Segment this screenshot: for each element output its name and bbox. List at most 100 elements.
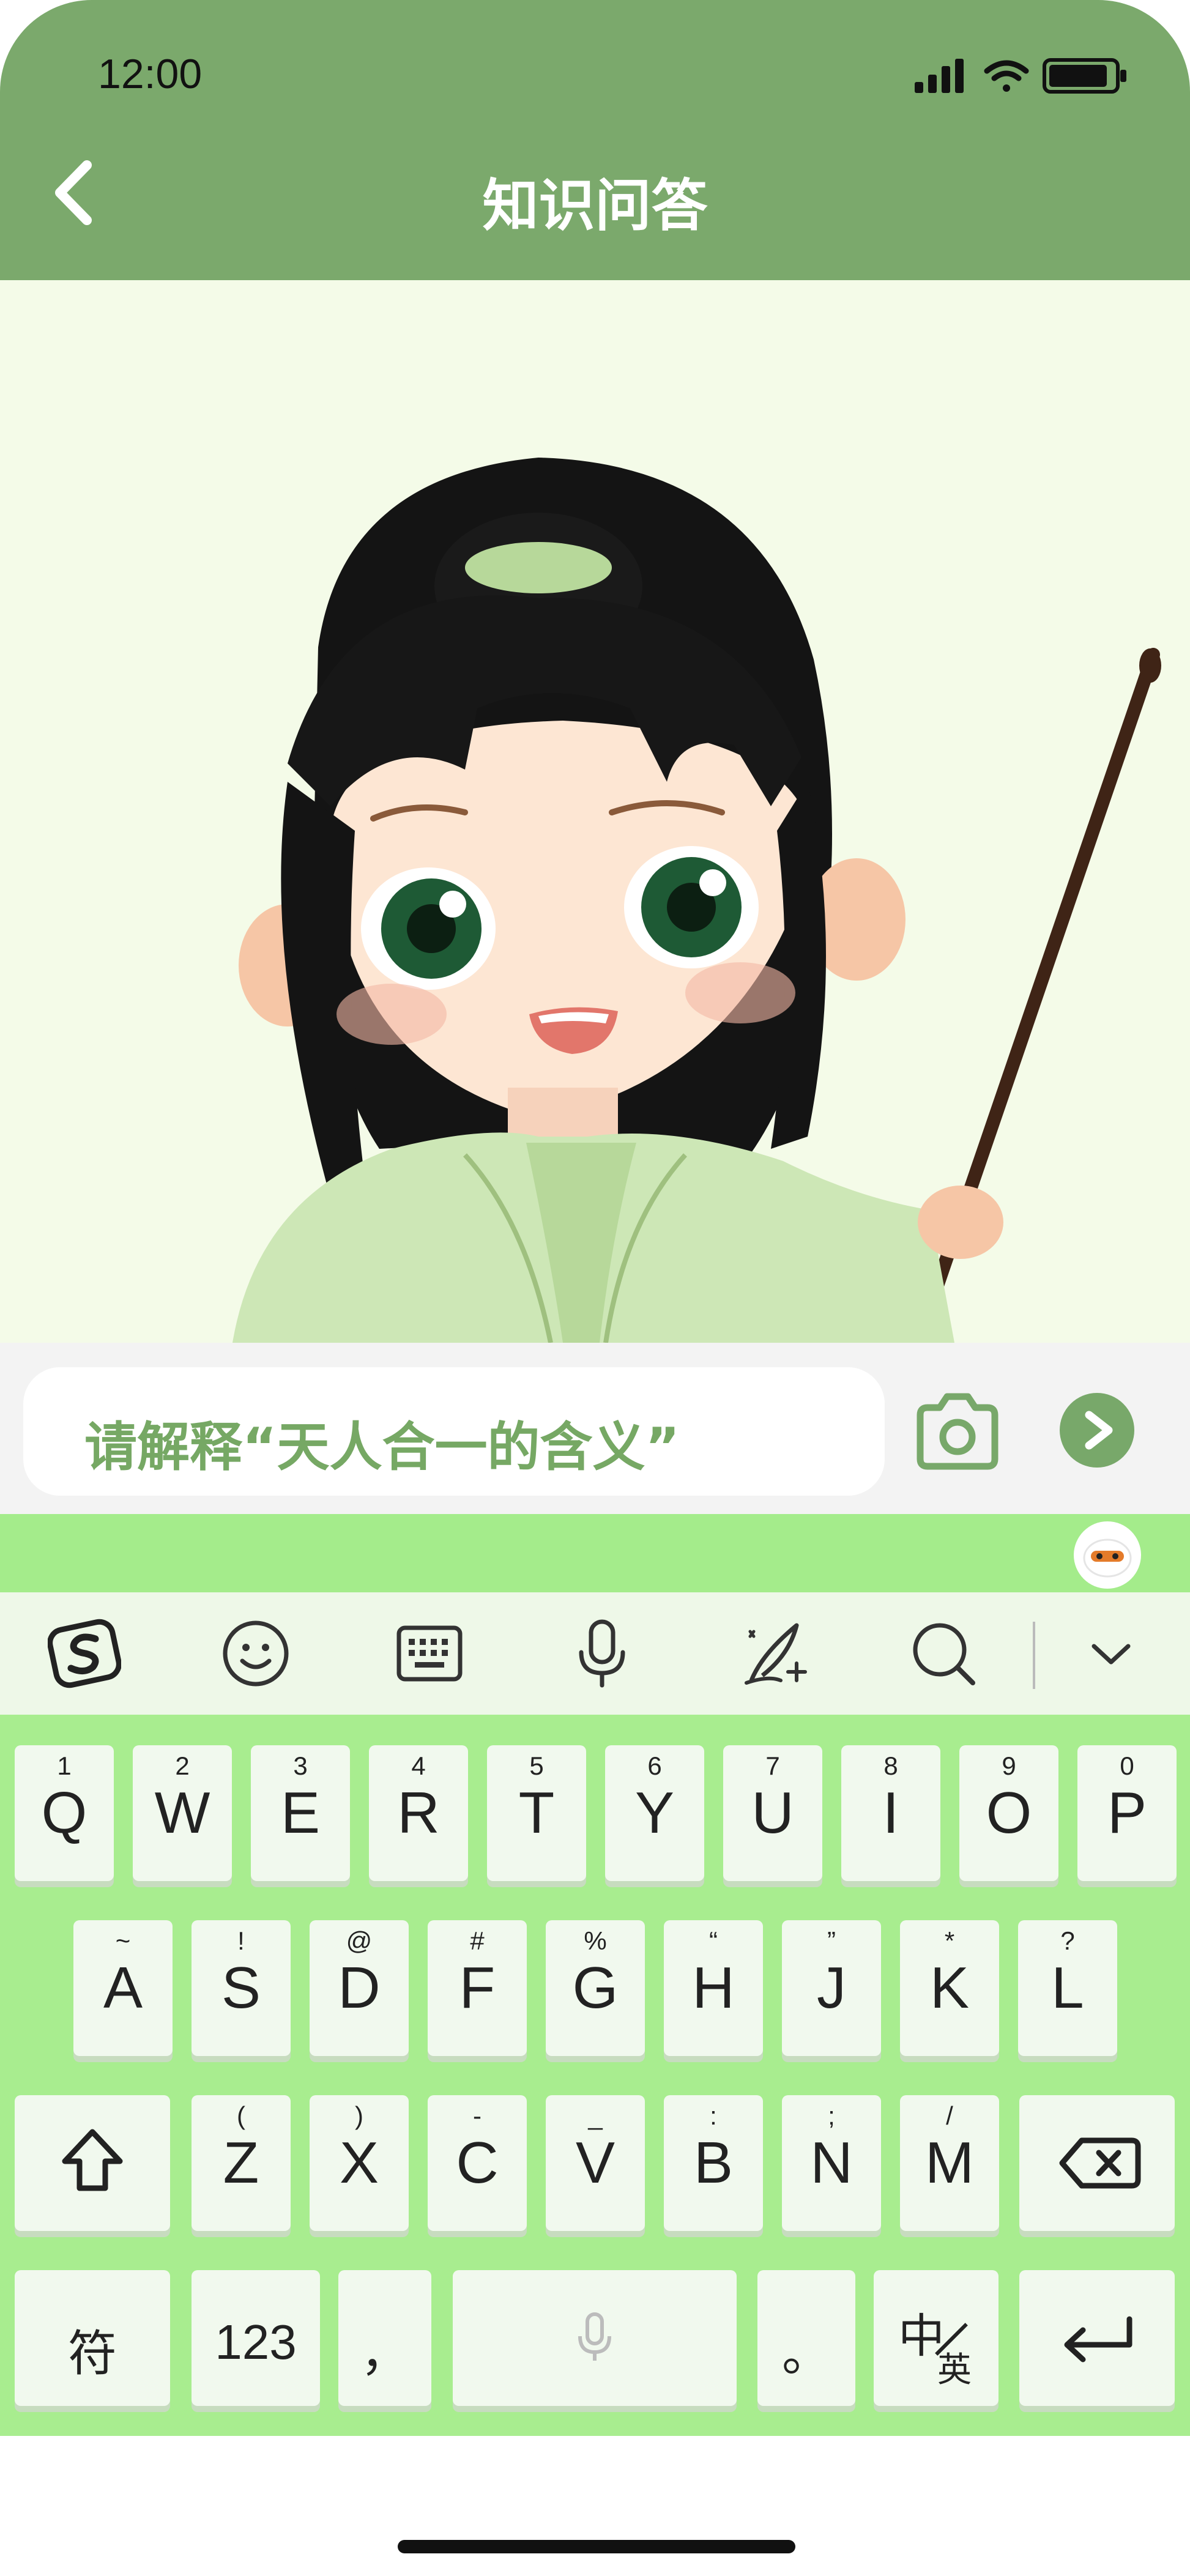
key-h[interactable]: “H	[664, 1920, 763, 2056]
key-d[interactable]: @ D	[310, 1920, 409, 2056]
key-m-secondary: /	[946, 2101, 953, 2130]
key-x[interactable]: ) X	[310, 2095, 409, 2231]
key-h-label: H	[692, 1955, 735, 2021]
key-e[interactable]: 3E	[251, 1745, 350, 1881]
enter-key[interactable]	[1019, 2270, 1175, 2406]
key-area: 1Q 2W 3E 4R 5T 6Y 7U 8I 9O 0P ~ A ! S @ D #…	[0, 1715, 1190, 2436]
key-i-label: I	[882, 1780, 899, 1846]
key-l[interactable]: ? L	[1018, 1920, 1117, 2056]
period-key[interactable]: 。	[757, 2270, 855, 2406]
key-g-secondary: %	[584, 1926, 607, 1955]
chevron-down-icon[interactable]	[1074, 1617, 1148, 1690]
key-s-label: S	[221, 1955, 261, 2021]
key-l-secondary: ?	[1060, 1926, 1075, 1955]
key-b-secondary: :	[710, 2101, 717, 2130]
question-input[interactable]: 请解释“天人合一的含义”	[23, 1367, 885, 1496]
message-composer: 请解释“天人合一的含义”	[0, 1343, 1190, 1514]
key-l-label: L	[1051, 1955, 1084, 2021]
key-w[interactable]: 2W	[133, 1745, 232, 1881]
key-j[interactable]: ” J	[782, 1920, 881, 2056]
key-z[interactable]: (Z	[192, 2095, 291, 2231]
sogou-logo-icon[interactable]	[48, 1617, 121, 1690]
language-switch-key[interactable]: 中 英	[874, 2270, 998, 2406]
question-input-text: 请解释“天人合一的含义”	[84, 1417, 680, 1478]
comma-key[interactable]: ，	[338, 2270, 431, 2406]
key-o-secondary: 9	[1002, 1751, 1016, 1780]
key-h-secondary: “	[709, 1926, 718, 1955]
key-u-secondary: 7	[765, 1751, 780, 1780]
key-t-secondary: 5	[529, 1751, 544, 1780]
key-r[interactable]: 4R	[369, 1745, 468, 1881]
key-o[interactable]: 9O	[959, 1745, 1058, 1881]
key-c[interactable]: -C	[428, 2095, 527, 2231]
status-time: 12:00	[98, 51, 203, 97]
key-s[interactable]: ! S	[192, 1920, 291, 2056]
key-x-label: X	[339, 2130, 379, 2196]
numbers-key[interactable]: 123	[192, 2270, 320, 2406]
teacher-character-illustration	[232, 458, 1161, 1343]
key-p-secondary: 0	[1120, 1751, 1134, 1780]
shift-key[interactable]	[15, 2095, 170, 2231]
key-z-label: Z	[223, 2130, 259, 2196]
key-p[interactable]: 0P	[1077, 1745, 1177, 1881]
key-j-label: J	[817, 1955, 846, 2021]
emoji-icon[interactable]	[219, 1617, 292, 1690]
key-b[interactable]: :B	[664, 2095, 763, 2231]
key-n[interactable]: ; N	[782, 2095, 881, 2231]
backspace-key[interactable]	[1019, 2095, 1175, 2231]
key-c-label: C	[456, 2130, 499, 2196]
soft-keyboard: 1Q 2W 3E 4R 5T 6Y 7U 8I 9O 0P ~ A ! S @ D #…	[0, 1514, 1190, 2436]
key-x-secondary: )	[355, 2101, 363, 2130]
key-v-label: V	[575, 2130, 615, 2196]
key-d-label: D	[338, 1955, 381, 2021]
search-icon[interactable]	[907, 1617, 980, 1690]
key-a[interactable]: ~ A	[73, 1920, 173, 2056]
key-k[interactable]: * K	[900, 1920, 999, 2056]
keyboard-mascot-icon[interactable]	[1074, 1521, 1141, 1589]
key-o-label: O	[986, 1780, 1032, 1846]
keyboard-layout-icon[interactable]	[393, 1617, 466, 1690]
key-g[interactable]: % G	[546, 1920, 645, 2056]
phone-screen: 12:00 知识问答 请解释“天人合一的含义” 1 Q 2 W 3 E 4 R …	[0, 0, 1190, 2576]
key-r-label: R	[397, 1780, 440, 1846]
space-microphone-icon	[578, 2312, 611, 2361]
key-f-label: F	[459, 1955, 496, 2021]
key-m[interactable]: / M	[900, 2095, 999, 2231]
key-y[interactable]: 6Y	[605, 1745, 704, 1881]
key-b-label: B	[693, 2130, 734, 2196]
key-i[interactable]: 8I	[841, 1745, 940, 1881]
space-key[interactable]	[453, 2270, 737, 2406]
camera-icon[interactable]	[912, 1392, 1003, 1471]
key-t-label: T	[518, 1780, 555, 1846]
send-button[interactable]	[1060, 1393, 1134, 1468]
key-y-label: Y	[634, 1780, 675, 1846]
backspace-icon	[1059, 2137, 1141, 2189]
symbols-key[interactable]: 符	[15, 2270, 170, 2406]
key-n-label: N	[810, 2130, 853, 2196]
symbols-key-label: 符	[68, 2326, 117, 2381]
key-f[interactable]: # F	[428, 1920, 527, 2056]
handwriting-icon[interactable]	[738, 1617, 811, 1690]
key-e-secondary: 3	[293, 1751, 308, 1780]
key-q[interactable]: 1Q	[15, 1745, 114, 1881]
shift-arrow-icon	[62, 2129, 123, 2191]
key-n-secondary: ;	[828, 2101, 835, 2130]
key-a-label: A	[103, 1955, 143, 2021]
key-a-secondary: ~	[115, 1926, 131, 1955]
key-u[interactable]: 7U	[723, 1745, 822, 1881]
keyboard-top-strip	[0, 1514, 1190, 1592]
key-i-secondary: 8	[883, 1751, 898, 1780]
key-r-secondary: 4	[411, 1751, 426, 1780]
key-z-secondary: (	[237, 2101, 245, 2130]
key-t[interactable]: 5T	[487, 1745, 586, 1881]
character-stage	[0, 280, 1190, 1343]
period-key-label: 。	[782, 2326, 831, 2381]
key-u-label: U	[751, 1780, 794, 1846]
microphone-icon[interactable]	[565, 1617, 639, 1690]
key-p-label: P	[1107, 1780, 1147, 1846]
home-indicator[interactable]	[398, 2540, 795, 2553]
key-q-secondary: 1	[57, 1751, 72, 1780]
key-v[interactable]: _ V	[546, 2095, 645, 2231]
key-k-label: K	[929, 1955, 970, 2021]
enter-icon	[1064, 2316, 1132, 2363]
